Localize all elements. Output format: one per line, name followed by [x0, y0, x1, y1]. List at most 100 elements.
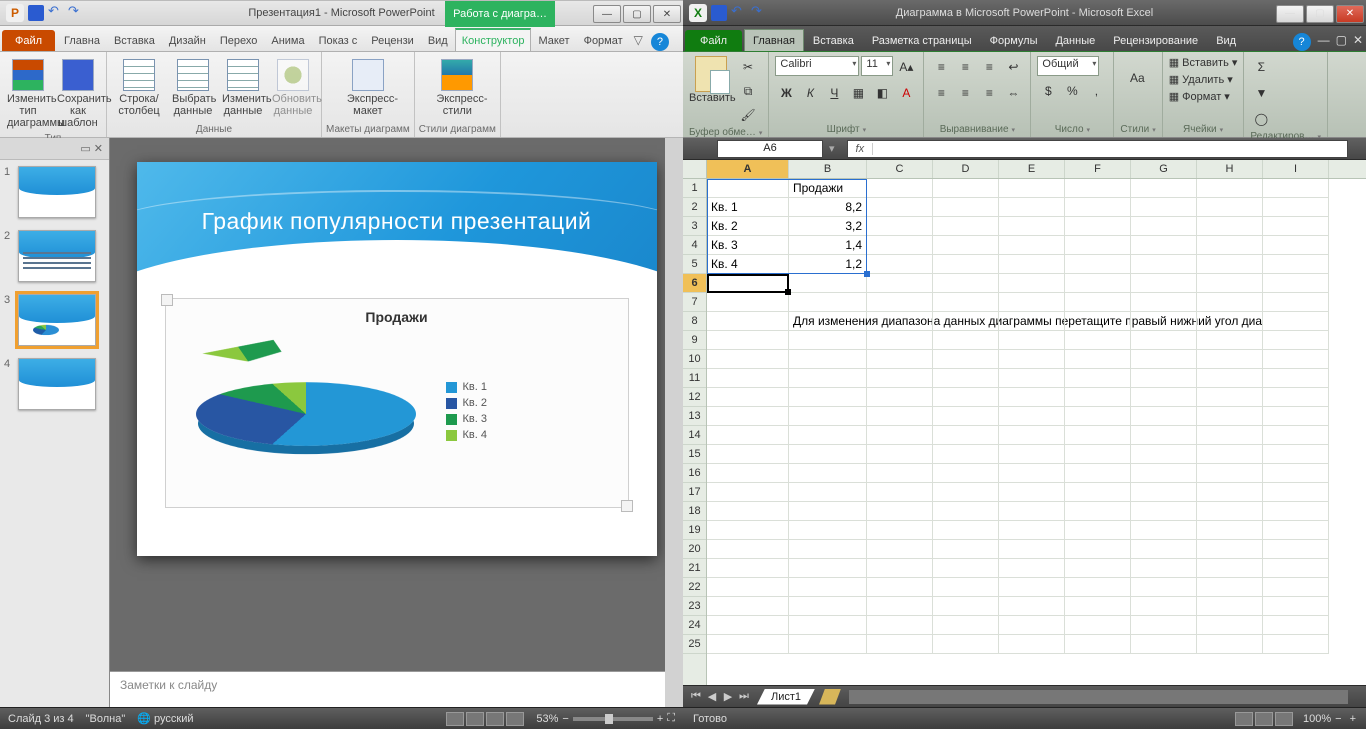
cell-C23[interactable]	[867, 597, 933, 616]
cell-F9[interactable]	[1065, 331, 1131, 350]
cell-A18[interactable]	[707, 502, 789, 521]
insert-cells-button[interactable]: ▦ Вставить ▾	[1169, 56, 1238, 69]
cell-F1[interactable]	[1065, 179, 1131, 198]
format-cells-button[interactable]: ▦ Формат ▾	[1169, 90, 1230, 103]
tab-insert[interactable]: Вставка	[804, 29, 863, 51]
cell-B12[interactable]	[789, 388, 867, 407]
cell-E2[interactable]	[999, 198, 1065, 217]
cell-G24[interactable]	[1131, 616, 1197, 635]
cell-G8[interactable]	[1131, 312, 1197, 331]
tab-page-layout[interactable]: Разметка страницы	[863, 29, 981, 51]
cell-B20[interactable]	[789, 540, 867, 559]
cell-I9[interactable]	[1263, 331, 1329, 350]
row-header-17[interactable]: 17	[683, 483, 706, 502]
cell-D18[interactable]	[933, 502, 999, 521]
cell-D5[interactable]	[933, 255, 999, 274]
ribbon-minimize-icon[interactable]: ▽	[630, 29, 647, 51]
cell-E20[interactable]	[999, 540, 1065, 559]
row-header-2[interactable]: 2	[683, 198, 706, 217]
cell-E18[interactable]	[999, 502, 1065, 521]
cell-H11[interactable]	[1197, 369, 1263, 388]
italic-icon[interactable]: К	[799, 82, 821, 104]
cell-H3[interactable]	[1197, 217, 1263, 236]
row-header-4[interactable]: 4	[683, 236, 706, 255]
chart-data-range[interactable]	[707, 179, 867, 274]
cell-H1[interactable]	[1197, 179, 1263, 198]
tab-transitions[interactable]: Перехо	[213, 29, 265, 51]
cell-G20[interactable]	[1131, 540, 1197, 559]
sheet-nav-last-icon[interactable]: ⏭	[737, 690, 751, 703]
row-header-12[interactable]: 12	[683, 388, 706, 407]
outline-tab-icon[interactable]: ▭	[80, 142, 90, 155]
name-box[interactable]: A6	[717, 140, 823, 158]
cell-B17[interactable]	[789, 483, 867, 502]
row-header-23[interactable]: 23	[683, 597, 706, 616]
cell-G17[interactable]	[1131, 483, 1197, 502]
cell-F12[interactable]	[1065, 388, 1131, 407]
qat-undo-icon[interactable]	[731, 5, 747, 21]
sheet-nav-prev-icon[interactable]: ◀	[705, 690, 719, 703]
qat-redo-icon[interactable]	[751, 5, 767, 21]
row-header-5[interactable]: 5	[683, 255, 706, 274]
spreadsheet-grid[interactable]: 1234567891011121314151617181920212223242…	[683, 160, 1366, 685]
cell-G15[interactable]	[1131, 445, 1197, 464]
cell-D12[interactable]	[933, 388, 999, 407]
zoom-level[interactable]: 100%	[1303, 713, 1331, 725]
select-all-corner[interactable]	[683, 160, 707, 179]
cell-F13[interactable]	[1065, 407, 1131, 426]
row-header-8[interactable]: 8	[683, 312, 706, 331]
cell-H6[interactable]	[1197, 274, 1263, 293]
cell-A16[interactable]	[707, 464, 789, 483]
col-header-I[interactable]: I	[1263, 160, 1329, 178]
merge-icon[interactable]: ⇔	[1002, 82, 1024, 104]
mdi-restore-icon[interactable]: ▢	[1333, 29, 1350, 51]
cell-E24[interactable]	[999, 616, 1065, 635]
row-header-13[interactable]: 13	[683, 407, 706, 426]
help-icon[interactable]: ?	[651, 33, 669, 51]
number-format-combo[interactable]: Общий	[1037, 56, 1099, 76]
cell-D25[interactable]	[933, 635, 999, 654]
cell-C13[interactable]	[867, 407, 933, 426]
cell-E13[interactable]	[999, 407, 1065, 426]
cell-E17[interactable]	[999, 483, 1065, 502]
autosum-icon[interactable]: Σ	[1250, 56, 1272, 78]
col-header-H[interactable]: H	[1197, 160, 1263, 178]
cell-I14[interactable]	[1263, 426, 1329, 445]
cell-B16[interactable]	[789, 464, 867, 483]
row-header-9[interactable]: 9	[683, 331, 706, 350]
cell-F24[interactable]	[1065, 616, 1131, 635]
col-header-E[interactable]: E	[999, 160, 1065, 178]
excel-app-icon[interactable]: X	[689, 4, 707, 22]
cell-I11[interactable]	[1263, 369, 1329, 388]
row-header-25[interactable]: 25	[683, 635, 706, 654]
cell-F18[interactable]	[1065, 502, 1131, 521]
zoom-control[interactable]: 53% − + ⛶	[536, 712, 675, 725]
zoom-level[interactable]: 53%	[536, 713, 558, 725]
chart-container[interactable]: Продажи Кв. 1Кв. 2Кв. 3Кв. 4	[165, 298, 629, 508]
cell-G4[interactable]	[1131, 236, 1197, 255]
close-panel-icon[interactable]: ✕	[94, 142, 103, 155]
cell-A10[interactable]	[707, 350, 789, 369]
cell-C4[interactable]	[867, 236, 933, 255]
cell-G21[interactable]	[1131, 559, 1197, 578]
cell-I3[interactable]	[1263, 217, 1329, 236]
cell-I5[interactable]	[1263, 255, 1329, 274]
cell-G18[interactable]	[1131, 502, 1197, 521]
cell-H7[interactable]	[1197, 293, 1263, 312]
cell-B15[interactable]	[789, 445, 867, 464]
cell-E23[interactable]	[999, 597, 1065, 616]
cell-E21[interactable]	[999, 559, 1065, 578]
fit-window-icon[interactable]: ⛶	[667, 712, 675, 725]
cell-H23[interactable]	[1197, 597, 1263, 616]
tab-data[interactable]: Данные	[1046, 29, 1104, 51]
pp-vertical-scrollbar[interactable]	[665, 138, 683, 707]
currency-icon[interactable]: $	[1037, 80, 1059, 102]
slideshow-view-icon[interactable]	[506, 712, 524, 726]
cell-I4[interactable]	[1263, 236, 1329, 255]
cell-A22[interactable]	[707, 578, 789, 597]
row-header-22[interactable]: 22	[683, 578, 706, 597]
cell-F14[interactable]	[1065, 426, 1131, 445]
cell-B10[interactable]	[789, 350, 867, 369]
cell-D9[interactable]	[933, 331, 999, 350]
cell-D24[interactable]	[933, 616, 999, 635]
